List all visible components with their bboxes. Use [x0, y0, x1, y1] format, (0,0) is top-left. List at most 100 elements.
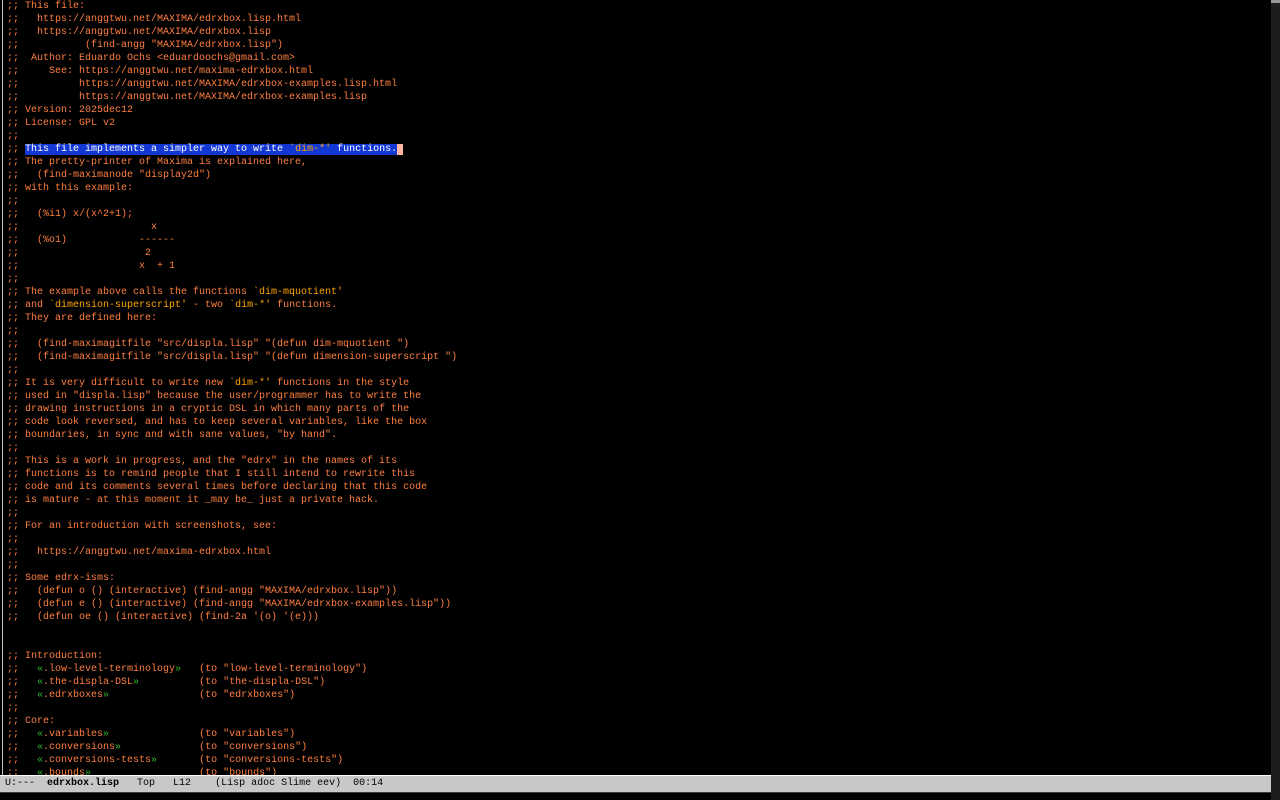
- code-segment: - two: [187, 300, 229, 311]
- code-segment: ;;: [7, 768, 37, 775]
- code-segment: ;; drawing instructions in a cryptic DSL…: [7, 404, 409, 415]
- code-segment: ;; x: [7, 222, 157, 233]
- code-line: ;; Introduction:: [7, 650, 1271, 663]
- code-segment: ;; used in "displa.lisp" because the use…: [7, 391, 421, 402]
- code-line: ;; «.low-level-terminology» (to "low-lev…: [7, 663, 1271, 676]
- code-segment: (to "the-displa-DSL"): [139, 677, 325, 688]
- code-segment: ;;: [7, 690, 37, 701]
- code-segment: ;; Version: 2025dec12: [7, 105, 133, 116]
- emacs-frame: ;; This file: ;; https://anggtwu.net/MAXI…: [0, 0, 1280, 800]
- code-segment: ;; 2: [7, 248, 151, 259]
- code-segment: ;;: [7, 664, 37, 675]
- code-segment: ;;: [7, 365, 19, 376]
- code-line: ;;: [7, 507, 1271, 520]
- code-line: ;; «.bounds» (to "bounds"): [7, 767, 1271, 775]
- modeline-clock: 00:14: [353, 776, 383, 792]
- code-line: ;;: [7, 325, 1271, 338]
- code-line: ;; and `dimension-superscript' - two `di…: [7, 299, 1271, 312]
- code-segment: ;; This is a work in progress, and the "…: [7, 456, 397, 467]
- code-segment: ;;: [7, 131, 19, 142]
- modeline-position: Top: [137, 776, 155, 792]
- code-segment: ;;: [7, 703, 19, 714]
- code-segment: ;; code and its comments several times b…: [7, 482, 427, 493]
- code-segment: ;; (defun o () (interactive) (find-angg …: [7, 586, 397, 597]
- code-line: ;;: [7, 130, 1271, 143]
- code-line: ;; (%i1) x/(x^2+1);: [7, 208, 1271, 221]
- code-line: ;; https://anggtwu.net/MAXIMA/edrxbox-ex…: [7, 91, 1271, 104]
- code-segment: ;;: [7, 326, 19, 337]
- code-line: ;; with this example:: [7, 182, 1271, 195]
- code-line: ;; (find-angg "MAXIMA/edrxbox.lisp"): [7, 39, 1271, 52]
- code-line: ;;: [7, 559, 1271, 572]
- code-segment: ;; This file:: [7, 1, 85, 12]
- code-line: ;; used in "displa.lisp" because the use…: [7, 390, 1271, 403]
- code-line: ;; drawing instructions in a cryptic DSL…: [7, 403, 1271, 416]
- code-segment: ;; https://anggtwu.net/MAXIMA/edrxbox.li…: [7, 27, 271, 38]
- code-segment: .conversions: [43, 742, 115, 753]
- code-segment: .low-level-terminology: [43, 664, 175, 675]
- code-segment: ;; boundaries, in sync and with sane val…: [7, 430, 337, 441]
- code-line: ;;: [7, 533, 1271, 546]
- code-line: ;; This file implements a simpler way to…: [7, 143, 1271, 156]
- editor-buffer[interactable]: ;; This file: ;; https://anggtwu.net/MAXI…: [0, 0, 1271, 775]
- code-segment: ;; (defun e () (interactive) (find-angg …: [7, 599, 451, 610]
- code-line: ;; boundaries, in sync and with sane val…: [7, 429, 1271, 442]
- code-segment: functions.: [271, 300, 337, 311]
- modeline-buffer-name[interactable]: edrxbox.lisp: [47, 776, 119, 792]
- code-segment: (to "conversions-tests"): [157, 755, 343, 766]
- code-line: ;; https://anggtwu.net/MAXIMA/edrxbox-ex…: [7, 78, 1271, 91]
- code-line: ;; The example above calls the functions…: [7, 286, 1271, 299]
- right-scrollbar-thumb[interactable]: [1271, 0, 1280, 3]
- code-segment: (to "edrxboxes"): [109, 690, 295, 701]
- code-segment: ;; functions is to remind people that I …: [7, 469, 415, 480]
- code-line: [7, 637, 1271, 650]
- code-segment: ;;: [7, 742, 37, 753]
- code-segment: ;; (find-maximanode "display2d"): [7, 170, 211, 181]
- code-line: ;; (%o1) ------: [7, 234, 1271, 247]
- code-line: ;; (find-maximagitfile "src/displa.lisp"…: [7, 351, 1271, 364]
- code-line: ;; 2: [7, 247, 1271, 260]
- code-line: ;; «.the-displa-DSL» (to "the-displa-DSL…: [7, 676, 1271, 689]
- code-segment: ;;: [7, 677, 37, 688]
- code-segment: ;;: [7, 729, 37, 740]
- code-segment: ;;: [7, 196, 19, 207]
- code-segment: (to "low-level-terminology"): [181, 664, 367, 675]
- code-line: ;;: [7, 702, 1271, 715]
- code-segment: ;; See: https://anggtwu.net/maxima-edrxb…: [7, 66, 313, 77]
- code-segment: ;; code look reversed, and has to keep s…: [7, 417, 427, 428]
- code-segment: .edrxboxes: [43, 690, 103, 701]
- code-segment: ;; Author: Eduardo Ochs <eduardoochs@gma…: [7, 53, 295, 64]
- code-segment: `dim-*': [229, 300, 271, 311]
- code-line: ;; «.edrxboxes» (to "edrxboxes"): [7, 689, 1271, 702]
- modeline-major-minor-modes[interactable]: (Lisp adoc Slime eev): [215, 776, 341, 792]
- code-line: ;; Version: 2025dec12: [7, 104, 1271, 117]
- code-segment: (to "variables"): [109, 729, 295, 740]
- code-line: ;;: [7, 195, 1271, 208]
- code-segment: ;; https://anggtwu.net/MAXIMA/edrxbox-ex…: [7, 92, 367, 103]
- echo-area: [0, 793, 1271, 800]
- code-line: ;; Author: Eduardo Ochs <eduardoochs@gma…: [7, 52, 1271, 65]
- code-line: ;; It is very difficult to write new `di…: [7, 377, 1271, 390]
- right-scrollbar-track[interactable]: [1271, 0, 1280, 800]
- code-segment: ;; (find-maximagitfile "src/displa.lisp"…: [7, 339, 409, 350]
- code-line: ;; For an introduction with screenshots,…: [7, 520, 1271, 533]
- code-segment: `dim-*': [229, 378, 271, 389]
- code-line: ;; code and its comments several times b…: [7, 481, 1271, 494]
- code-segment: ;; and: [7, 300, 49, 311]
- code-line: [7, 624, 1271, 637]
- code-line: ;; x + 1: [7, 260, 1271, 273]
- modeline-coding-indicator: U:---: [5, 776, 35, 792]
- code-line: ;; (find-maximagitfile "src/displa.lisp"…: [7, 338, 1271, 351]
- left-fringe: [2, 0, 3, 775]
- code-segment: ;; (find-angg "MAXIMA/edrxbox.lisp"): [7, 40, 283, 51]
- code-line: ;; code look reversed, and has to keep s…: [7, 416, 1271, 429]
- code-segment: (to "bounds"): [91, 768, 277, 775]
- code-line: ;; This file:: [7, 0, 1271, 13]
- code-segment: ;; (defun oe () (interactive) (find-2a '…: [7, 612, 319, 623]
- code-line: ;; The pretty-printer of Maxima is expla…: [7, 156, 1271, 169]
- code-segment: ;; Some edrx-isms:: [7, 573, 115, 584]
- code-segment: ;;: [7, 534, 19, 545]
- modeline[interactable]: U:--- edrxbox.lisp Top L12 (Lisp adoc Sl…: [0, 775, 1278, 793]
- code-segment: ;;: [7, 443, 19, 454]
- code-segment: ;;: [7, 755, 37, 766]
